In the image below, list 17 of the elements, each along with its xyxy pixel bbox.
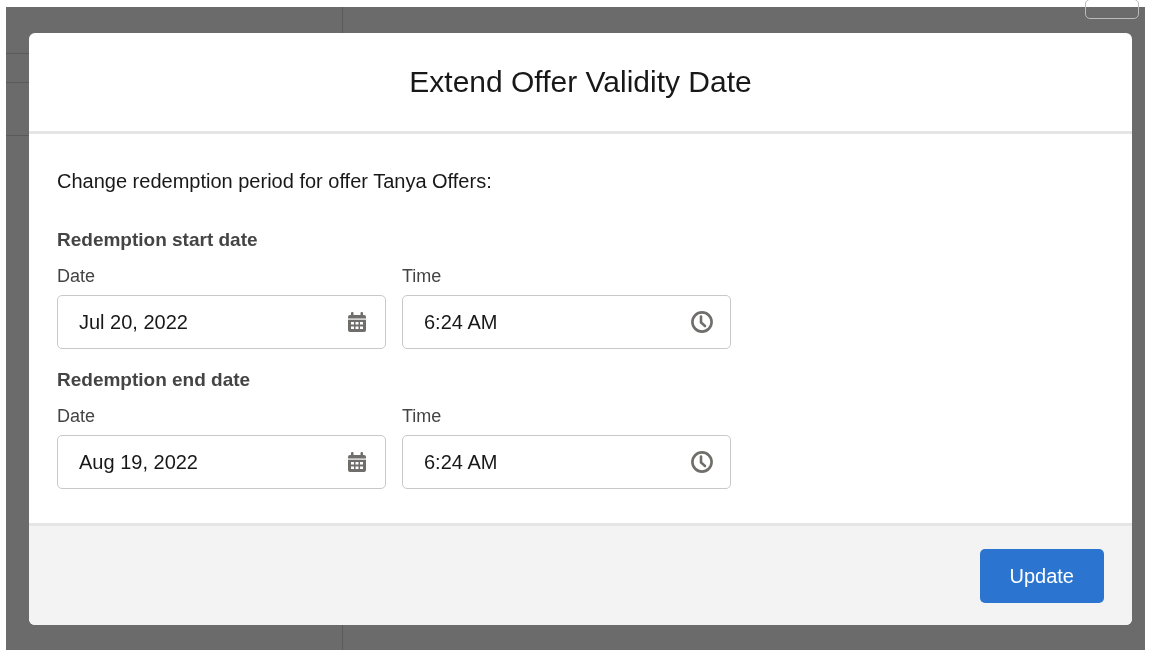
calendar-icon	[345, 450, 369, 474]
section-label: Redemption end date	[57, 369, 252, 391]
field-label: Date	[57, 405, 97, 427]
section-label: Redemption start date	[57, 229, 259, 251]
date-field[interactable]: Jul 20, 2022	[57, 295, 386, 349]
field-label: Time	[402, 405, 443, 427]
time-field[interactable]: 6:24 AM	[402, 295, 731, 349]
intro-text: Change redemption period for offer Tanya Offers:	[57, 169, 493, 193]
field-label: Time	[402, 265, 443, 287]
date-field[interactable]: Aug 19, 2022	[57, 435, 386, 489]
field-label: Date	[57, 265, 97, 287]
dialog-title: Extend Offer Validity Date	[409, 65, 752, 99]
time-field[interactable]: 6:24 AM	[402, 435, 731, 489]
calendar-icon	[345, 310, 369, 334]
clock-icon	[690, 310, 714, 334]
clock-icon	[690, 450, 714, 474]
update-button[interactable]: Update	[979, 549, 1104, 603]
